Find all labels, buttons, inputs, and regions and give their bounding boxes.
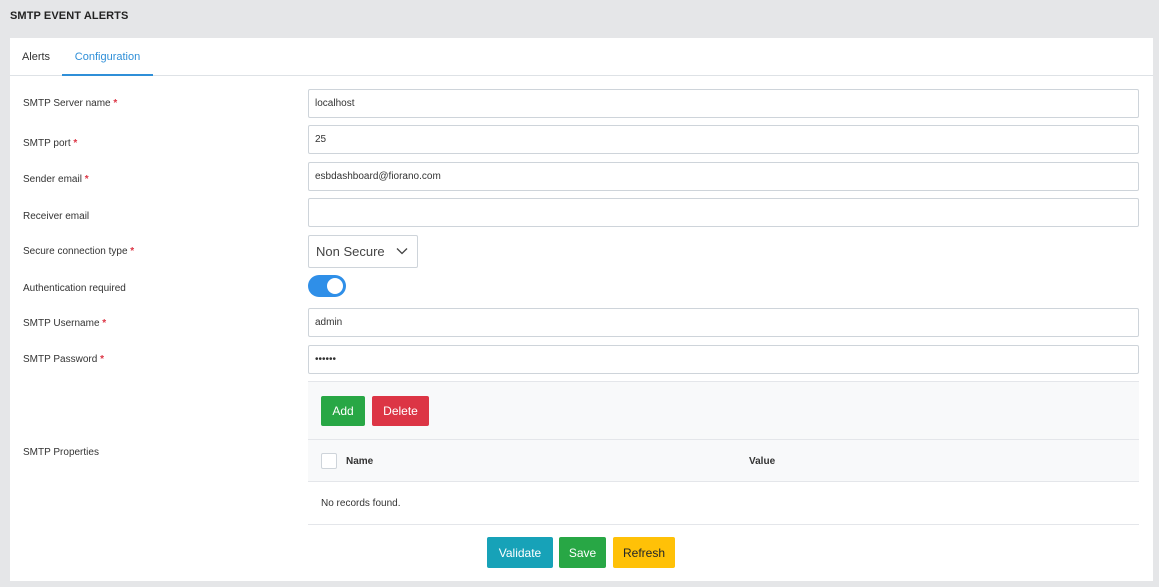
column-header-name: Name (346, 456, 374, 467)
port-input[interactable] (308, 125, 1139, 154)
refresh-button[interactable]: Refresh (613, 537, 675, 568)
properties-toolbar: Add Delete (308, 382, 1139, 440)
properties-header-row: Name Value (308, 440, 1139, 482)
add-property-button[interactable]: Add (321, 396, 365, 426)
delete-property-button[interactable]: Delete (372, 396, 429, 426)
sender-email-input[interactable] (308, 162, 1139, 191)
properties-label: SMTP Properties (23, 447, 99, 458)
toggle-knob (327, 278, 343, 294)
auth-required-toggle[interactable] (308, 275, 346, 297)
port-label-text: SMTP port (23, 138, 71, 149)
validate-button[interactable]: Validate (487, 537, 553, 568)
empty-message: No records found. (321, 498, 401, 509)
chevron-down-icon (396, 248, 408, 255)
required-marker: * (113, 98, 118, 109)
required-marker: * (130, 246, 135, 257)
properties-empty-row: No records found. (308, 482, 1139, 525)
required-marker: * (102, 318, 107, 329)
required-marker: * (73, 138, 78, 149)
secure-connection-select[interactable]: Non Secure (308, 235, 418, 268)
config-panel: Alerts Configuration SMTP Server name * … (10, 38, 1153, 581)
column-header-value: Value (749, 456, 776, 467)
username-input[interactable] (308, 308, 1139, 337)
select-all-checkbox[interactable] (321, 453, 337, 469)
required-marker: * (84, 174, 89, 185)
auth-required-label-text: Authentication required (23, 283, 126, 294)
password-input[interactable] (308, 345, 1139, 374)
auth-required-label: Authentication required (23, 283, 126, 294)
save-button[interactable]: Save (559, 537, 606, 568)
properties-label-text: SMTP Properties (23, 447, 99, 458)
tab-bar: Alerts Configuration (10, 38, 1153, 76)
receiver-email-label: Receiver email (23, 211, 89, 222)
secure-connection-label-text: Secure connection type (23, 246, 128, 257)
tab-alerts[interactable]: Alerts (10, 38, 62, 76)
receiver-email-input[interactable] (308, 198, 1139, 227)
required-marker: * (100, 354, 104, 365)
secure-connection-value: Non Secure (316, 244, 385, 259)
port-label: SMTP port * (23, 138, 77, 149)
receiver-email-label-text: Receiver email (23, 211, 90, 222)
server-name-label: SMTP Server name * (23, 98, 117, 109)
server-name-label-text: SMTP Server name (23, 98, 111, 109)
properties-table: Add Delete Name Value No records found. (308, 381, 1139, 525)
password-label-text: SMTP Password (23, 354, 98, 365)
tab-configuration[interactable]: Configuration (62, 38, 153, 76)
sender-email-label-text: Sender email (23, 174, 82, 185)
secure-connection-label: Secure connection type * (23, 246, 134, 257)
password-label: SMTP Password * (23, 354, 104, 365)
server-name-input[interactable] (308, 89, 1139, 118)
username-label: SMTP Username * (23, 318, 106, 329)
username-label-text: SMTP Username (23, 318, 100, 329)
page-header: SMTP EVENT ALERTS (0, 0, 1159, 34)
page-title: SMTP EVENT ALERTS (10, 10, 129, 22)
sender-email-label: Sender email * (23, 174, 89, 185)
